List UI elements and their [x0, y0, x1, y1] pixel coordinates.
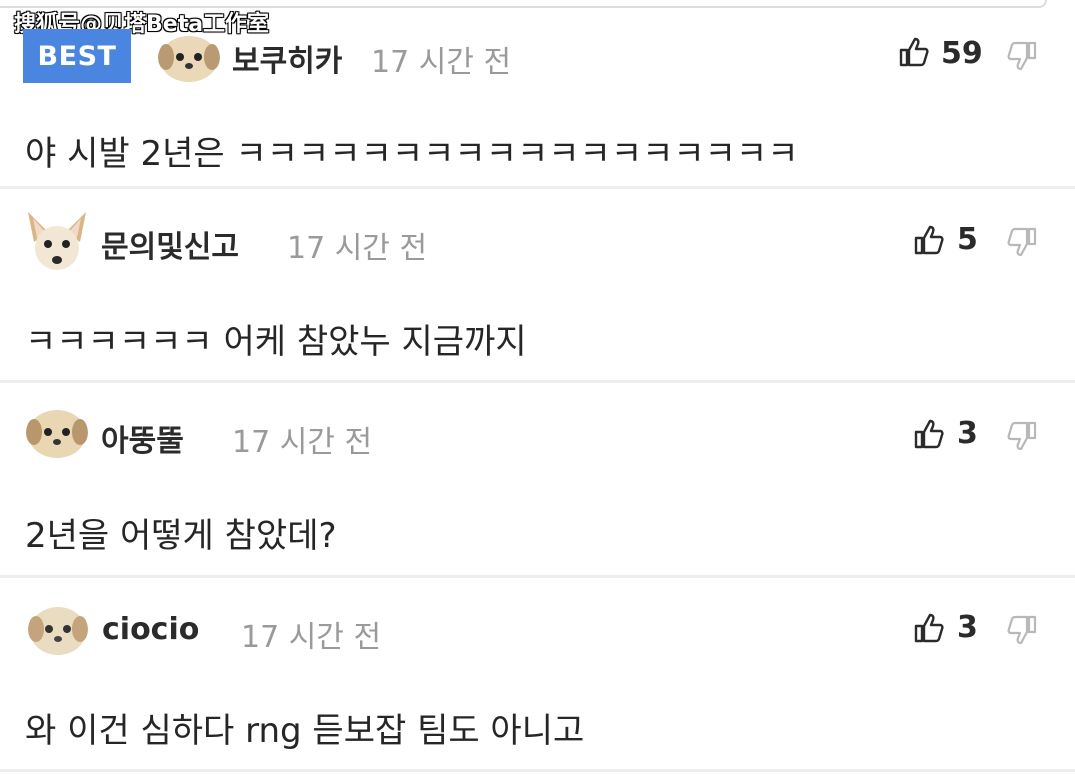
thumbs-up-icon[interactable] — [913, 612, 945, 648]
like-count: 59 — [941, 36, 983, 71]
username[interactable]: 아뚱뚤 — [101, 416, 184, 460]
thumbs-down-icon[interactable] — [1006, 226, 1038, 262]
best-badge: BEST — [23, 29, 131, 83]
comment-text: 야 시발 2년은 ㅋㅋㅋㅋㅋㅋㅋㅋㅋㅋㅋㅋㅋㅋㅋㅋㅋㅋ — [25, 134, 799, 174]
like-count: 3 — [957, 416, 978, 451]
thumbs-down-icon[interactable] — [1006, 40, 1038, 76]
timestamp: 17 시간 전 — [241, 620, 382, 655]
comment-divider — [0, 380, 1075, 383]
timestamp: 17 시간 전 — [287, 231, 428, 266]
avatar[interactable] — [24, 210, 90, 274]
thumbs-up-icon[interactable] — [898, 36, 930, 72]
chihuahua-face-icon — [28, 212, 86, 270]
thumbs-down-icon[interactable] — [1006, 420, 1038, 456]
avatar[interactable] — [28, 604, 88, 656]
like-count: 5 — [957, 222, 978, 257]
timestamp: 17 시간 전 — [371, 45, 512, 80]
thumbs-up-icon[interactable] — [913, 224, 945, 260]
comment-text: 2년을 어떻게 참았데? — [25, 516, 337, 556]
comment-divider — [0, 575, 1075, 578]
thumbs-up-icon[interactable] — [913, 418, 945, 454]
comment-divider — [0, 186, 1075, 189]
thumbs-down-icon[interactable] — [1006, 614, 1038, 650]
comment-divider — [0, 769, 1075, 772]
username[interactable]: ciocio — [102, 612, 199, 647]
puppy-face-icon — [26, 410, 88, 458]
puppy-face-icon — [158, 36, 220, 82]
username[interactable]: 보쿠히카 — [232, 36, 342, 80]
comment-text: 와 이건 심하다 rng 듣보잡 팀도 아니고 — [25, 711, 585, 751]
username[interactable]: 문의및신고 — [101, 222, 239, 266]
timestamp: 17 시간 전 — [232, 425, 373, 460]
puppy-face-icon — [28, 607, 88, 655]
avatar[interactable] — [26, 407, 88, 459]
avatar[interactable] — [158, 33, 220, 83]
like-count: 3 — [957, 610, 978, 645]
comment-text: ㅋㅋㅋㅋㅋㅋ 어케 참았누 지금까지 — [25, 322, 527, 362]
